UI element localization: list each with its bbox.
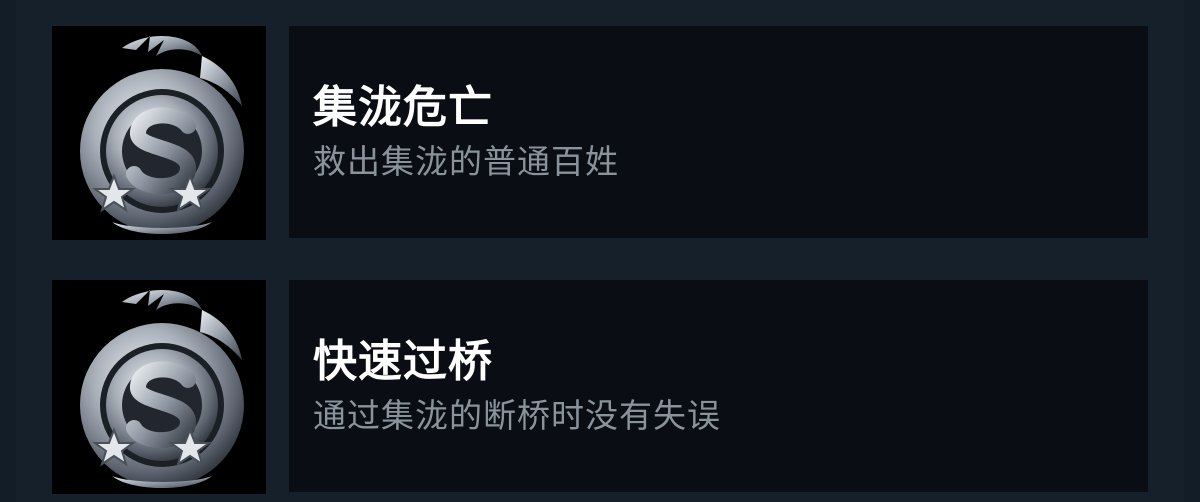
silver-dragon-emblem-icon bbox=[52, 280, 266, 494]
achievement-description: 通过集泷的断桥时没有失误 bbox=[313, 396, 721, 435]
achievement-icon-tile bbox=[52, 26, 266, 240]
achievement-title: 快速过桥 bbox=[313, 336, 493, 387]
achievement-row: 快速过桥 通过集泷的断桥时没有失误 bbox=[52, 280, 1148, 494]
achievement-text-card: 集泷危亡 救出集泷的普通百姓 bbox=[289, 26, 1148, 238]
achievement-text-card: 快速过桥 通过集泷的断桥时没有失误 bbox=[289, 280, 1148, 492]
achievement-icon-tile bbox=[52, 280, 266, 494]
achievement-description: 救出集泷的普通百姓 bbox=[313, 142, 619, 181]
achievement-title: 集泷危亡 bbox=[313, 82, 493, 133]
achievement-row: 集泷危亡 救出集泷的普通百姓 bbox=[52, 26, 1148, 240]
silver-dragon-emblem-icon bbox=[52, 26, 266, 240]
